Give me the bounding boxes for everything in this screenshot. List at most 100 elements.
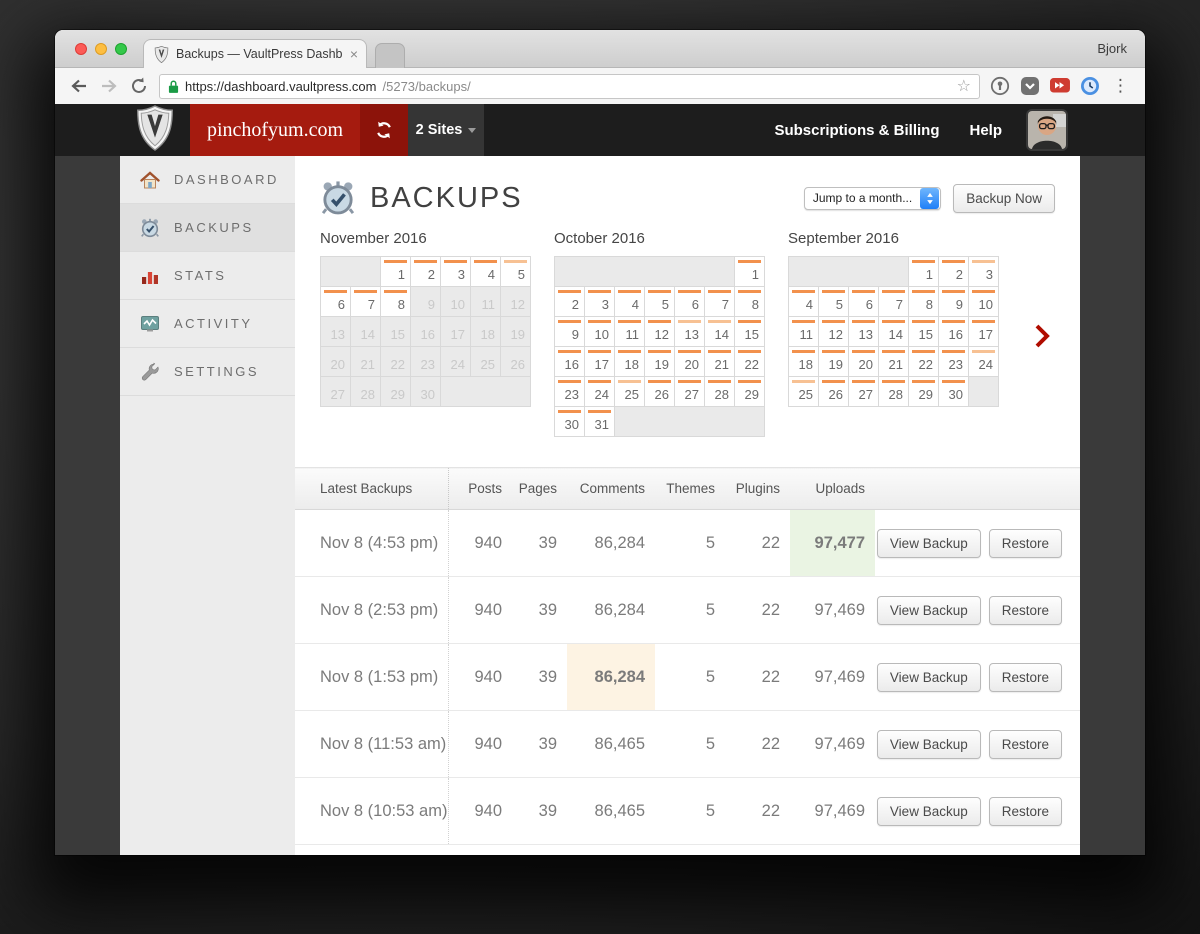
jump-to-month-select[interactable]: Jump to a month... xyxy=(803,186,942,210)
calendar-day-cell[interactable]: 6 xyxy=(674,286,705,317)
calendar-day-cell[interactable]: 19 xyxy=(644,346,675,377)
calendar-day-cell[interactable]: 24 xyxy=(584,376,615,407)
calendar-day-cell[interactable]: 20 xyxy=(674,346,705,377)
minimize-window-button[interactable] xyxy=(95,43,107,55)
vaultpress-shield-logo[interactable] xyxy=(120,104,190,152)
calendar-day-cell[interactable]: 6 xyxy=(848,286,879,317)
calendar-day-cell[interactable]: 1 xyxy=(908,256,939,287)
restore-button[interactable]: Restore xyxy=(988,796,1062,826)
calendar-day-cell[interactable]: 11 xyxy=(614,316,645,347)
calendar-day-cell[interactable]: 16 xyxy=(554,346,585,377)
calendar-day-cell[interactable]: 21 xyxy=(878,346,909,377)
calendar-day-cell[interactable]: 17 xyxy=(584,346,615,377)
restore-button[interactable]: Restore xyxy=(988,729,1062,759)
help-link[interactable]: Help xyxy=(969,104,1002,156)
calendar-day-cell[interactable]: 7 xyxy=(704,286,735,317)
subscriptions-billing-link[interactable]: Subscriptions & Billing xyxy=(774,104,939,156)
calendar-day-cell[interactable]: 12 xyxy=(818,316,849,347)
close-window-button[interactable] xyxy=(75,43,87,55)
current-site-name[interactable]: pinchofyum.com xyxy=(190,104,360,156)
calendar-next-arrow[interactable] xyxy=(1034,324,1050,348)
calendar-day-cell[interactable]: 27 xyxy=(848,376,879,407)
calendar-day-cell[interactable]: 15 xyxy=(908,316,939,347)
reload-icon[interactable] xyxy=(129,76,149,96)
calendar-day-cell[interactable]: 22 xyxy=(908,346,939,377)
calendar-day-cell[interactable]: 26 xyxy=(818,376,849,407)
calendar-day-cell[interactable]: 21 xyxy=(704,346,735,377)
restore-button[interactable]: Restore xyxy=(988,662,1062,692)
calendar-day-cell[interactable]: 14 xyxy=(704,316,735,347)
calendar-day-cell[interactable]: 13 xyxy=(848,316,879,347)
calendar-day-cell[interactable]: 5 xyxy=(644,286,675,317)
sidebar-item-activity[interactable]: ACTIVITY xyxy=(120,300,295,348)
calendar-day-cell[interactable]: 28 xyxy=(704,376,735,407)
calendar-day-cell[interactable]: 30 xyxy=(554,406,585,437)
calendar-day-cell[interactable]: 28 xyxy=(878,376,909,407)
sidebar-item-settings[interactable]: SETTINGS xyxy=(120,348,295,396)
calendar-day-cell[interactable]: 29 xyxy=(908,376,939,407)
backup-now-button[interactable]: Backup Now xyxy=(953,183,1055,213)
calendar-day-cell[interactable]: 3 xyxy=(440,256,471,287)
view-backup-button[interactable]: View Backup xyxy=(876,595,981,625)
calendar-day-cell[interactable]: 23 xyxy=(938,346,969,377)
calendar-day-cell[interactable]: 5 xyxy=(500,256,531,287)
restore-button[interactable]: Restore xyxy=(988,528,1062,558)
browser-profile-name[interactable]: Bjork xyxy=(1097,41,1127,56)
calendar-day-cell[interactable]: 4 xyxy=(614,286,645,317)
background-tab[interactable] xyxy=(375,43,405,68)
calendar-day-cell[interactable]: 1 xyxy=(380,256,411,287)
calendar-day-cell[interactable]: 22 xyxy=(734,346,765,377)
calendar-day-cell[interactable]: 8 xyxy=(734,286,765,317)
bookmark-star-icon[interactable]: ☆ xyxy=(957,76,971,96)
calendar-day-cell[interactable]: 24 xyxy=(968,346,999,377)
calendar-day-cell[interactable]: 4 xyxy=(788,286,819,317)
sidebar-item-dashboard[interactable]: DASHBOARD xyxy=(120,156,295,204)
calendar-day-cell[interactable]: 7 xyxy=(878,286,909,317)
calendar-day-cell[interactable]: 12 xyxy=(644,316,675,347)
calendar-day-cell[interactable]: 9 xyxy=(938,286,969,317)
calendar-day-cell[interactable]: 13 xyxy=(674,316,705,347)
password-extension-icon[interactable] xyxy=(990,76,1010,96)
site-refresh-button[interactable] xyxy=(360,104,408,156)
calendar-day-cell[interactable]: 6 xyxy=(320,286,351,317)
calendar-day-cell[interactable]: 26 xyxy=(644,376,675,407)
calendar-day-cell[interactable]: 27 xyxy=(674,376,705,407)
view-backup-button[interactable]: View Backup xyxy=(876,796,981,826)
calendar-day-cell[interactable]: 8 xyxy=(380,286,411,317)
calendar-day-cell[interactable]: 18 xyxy=(614,346,645,377)
calendar-day-cell[interactable]: 15 xyxy=(734,316,765,347)
sidebar-item-backups[interactable]: BACKUPS xyxy=(120,204,295,252)
address-bar[interactable]: https://dashboard.vaultpress.com /5273/b… xyxy=(159,73,980,99)
calendar-day-cell[interactable]: 9 xyxy=(554,316,585,347)
view-backup-button[interactable]: View Backup xyxy=(876,729,981,759)
calendar-day-cell[interactable]: 5 xyxy=(818,286,849,317)
calendar-day-cell[interactable]: 29 xyxy=(734,376,765,407)
calendar-day-cell[interactable]: 3 xyxy=(584,286,615,317)
calendar-day-cell[interactable]: 2 xyxy=(410,256,441,287)
calendar-day-cell[interactable]: 31 xyxy=(584,406,615,437)
calendar-day-cell[interactable]: 23 xyxy=(554,376,585,407)
forward-icon[interactable] xyxy=(99,76,119,96)
sidebar-item-stats[interactable]: STATS xyxy=(120,252,295,300)
calendar-day-cell[interactable]: 25 xyxy=(788,376,819,407)
calendar-day-cell[interactable]: 4 xyxy=(470,256,501,287)
sites-switcher[interactable]: 2 Sites xyxy=(408,104,484,156)
back-icon[interactable] xyxy=(69,76,89,96)
browser-tab[interactable]: Backups — VaultPress Dashbo × xyxy=(143,39,367,68)
tab-close-icon[interactable]: × xyxy=(350,46,358,62)
calendar-day-cell[interactable]: 8 xyxy=(908,286,939,317)
calendar-day-cell[interactable]: 3 xyxy=(968,256,999,287)
browser-menu-icon[interactable]: ⋮ xyxy=(1110,76,1131,96)
pocket-extension-icon[interactable] xyxy=(1020,76,1040,96)
calendar-day-cell[interactable]: 11 xyxy=(788,316,819,347)
calendar-day-cell[interactable]: 25 xyxy=(614,376,645,407)
calendar-day-cell[interactable]: 19 xyxy=(818,346,849,377)
calendar-day-cell[interactable]: 30 xyxy=(938,376,969,407)
calendar-day-cell[interactable]: 20 xyxy=(848,346,879,377)
restore-button[interactable]: Restore xyxy=(988,595,1062,625)
calendar-day-cell[interactable]: 18 xyxy=(788,346,819,377)
calendar-day-cell[interactable]: 2 xyxy=(554,286,585,317)
calendar-day-cell[interactable]: 1 xyxy=(734,256,765,287)
view-backup-button[interactable]: View Backup xyxy=(876,662,981,692)
calendar-day-cell[interactable]: 10 xyxy=(968,286,999,317)
